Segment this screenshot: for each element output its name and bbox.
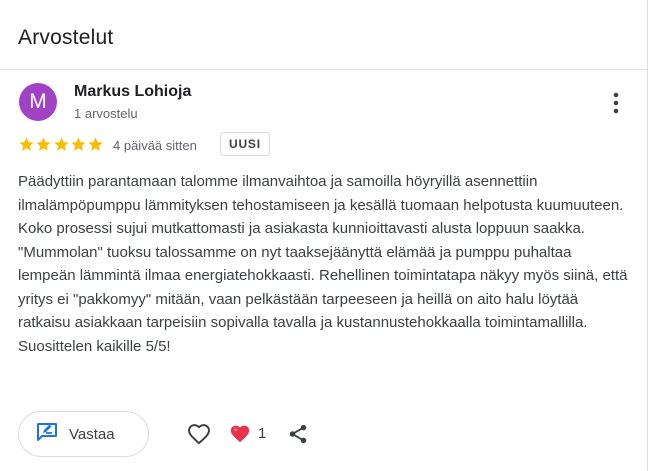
author-review-count: 1 arvostelu: [74, 106, 138, 121]
new-badge: UUSI: [220, 132, 270, 156]
author-name[interactable]: Markus Lohioja: [74, 83, 191, 101]
star-icon: [54, 137, 69, 151]
heart-outline-icon[interactable]: [186, 421, 212, 447]
avatar[interactable]: M: [19, 83, 57, 121]
review-time: 4 päivää sitten: [113, 138, 197, 153]
reply-button[interactable]: Vastaa: [18, 411, 149, 457]
reaction-count: 1: [258, 425, 267, 442]
review-text: Päädyttiin parantamaan talomme ilmanvaih…: [18, 173, 628, 355]
star-icon: [71, 137, 86, 151]
star-icon: [19, 137, 34, 151]
divider: [0, 69, 647, 70]
more-vert-icon[interactable]: [604, 89, 628, 117]
star-icon: [36, 137, 51, 151]
section-title: Arvostelut: [18, 26, 114, 49]
star-rating: [18, 136, 104, 154]
reply-edit-icon: [35, 421, 59, 448]
reply-label: Vastaa: [69, 425, 115, 443]
star-icon: [88, 137, 103, 151]
heart-emoji-icon[interactable]: [229, 423, 251, 445]
share-icon[interactable]: [287, 423, 309, 445]
